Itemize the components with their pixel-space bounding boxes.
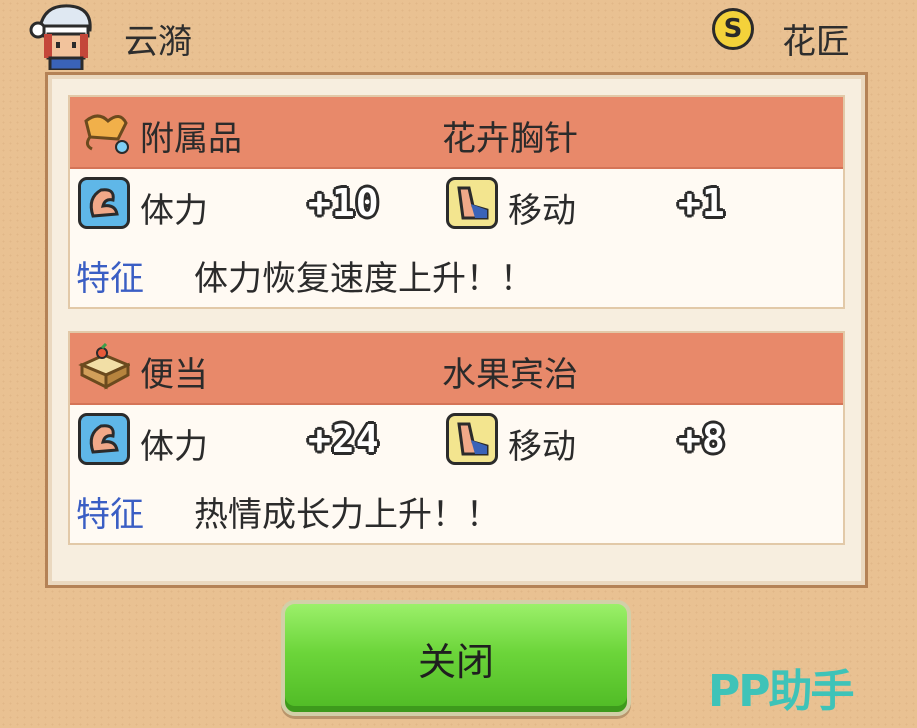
trait-label: 特征 [76,495,144,535]
trait-text: 热情成长力上升！！ [194,495,500,535]
equipment-panel: 附属品 花卉胸针 体力 +10 移动 +1 特征 体力恢复速度上升！！ 便当 水… [45,72,868,588]
boot-icon [446,413,498,465]
stat-value-movement: +1 [678,181,726,225]
job-name: 花匠 [782,22,850,62]
stat-row: 体力 +24 移动 +8 [70,405,843,481]
stat-row: 体力 +10 移动 +1 [70,169,843,245]
item-card-bento[interactable]: 便当 水果宾治 体力 +24 移动 +8 特征 热情成长力上升！！ [68,331,845,545]
item-category: 便当 [140,355,208,395]
rank-badge: S [712,8,754,50]
trait-row: 特征 热情成长力上升！！ [70,481,843,543]
stat-label-movement: 移动 [508,427,576,467]
character-name: 云漪 [124,22,192,62]
item-card-accessory[interactable]: 附属品 花卉胸针 体力 +10 移动 +1 特征 体力恢复速度上升！！ [68,95,845,309]
stat-label-movement: 移动 [508,191,576,231]
close-button[interactable]: 关闭 [281,600,631,716]
trait-row: 特征 体力恢复速度上升！！ [70,245,843,307]
bento-icon [78,343,130,390]
item-category: 附属品 [140,119,242,159]
stat-value-stamina: +10 [308,181,380,225]
stat-value-stamina: +24 [308,417,380,461]
item-name: 花卉胸针 [442,119,578,159]
arm-muscle-icon [78,177,130,229]
brooch-icon [84,114,129,154]
stat-value-movement: +8 [678,417,726,461]
stat-label-stamina: 体力 [140,427,208,467]
character-avatar [29,4,92,70]
item-name: 水果宾治 [442,355,578,395]
item-card-header: 附属品 花卉胸针 [70,97,843,169]
item-card-header: 便当 水果宾治 [70,333,843,405]
watermark-logo: PP助手 [708,666,854,717]
trait-label: 特征 [76,259,144,299]
trait-text: 体力恢复速度上升！！ [194,259,534,299]
boot-icon [446,177,498,229]
arm-muscle-icon [78,413,130,465]
stat-label-stamina: 体力 [140,191,208,231]
